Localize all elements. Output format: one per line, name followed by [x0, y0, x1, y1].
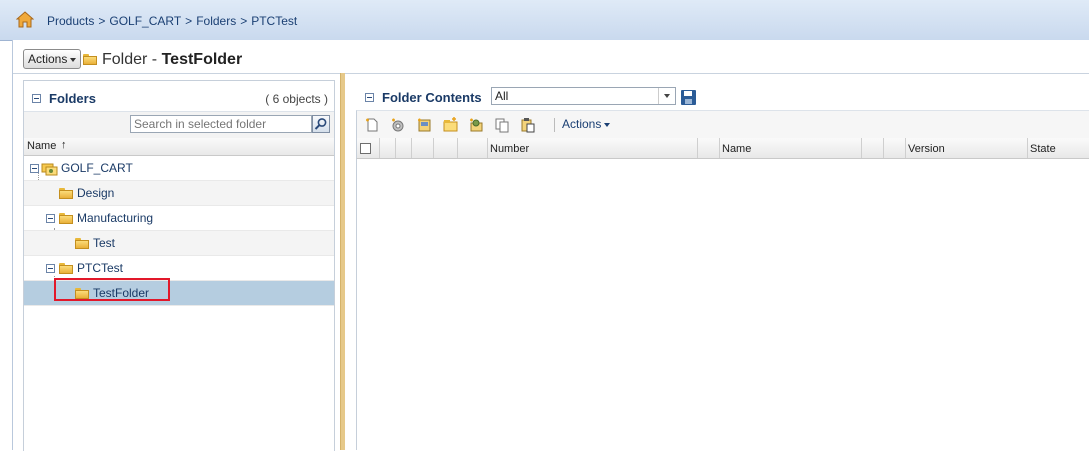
toolbar-actions-label: Actions: [562, 117, 602, 131]
new-cad-document-icon[interactable]: [416, 117, 432, 133]
folders-object-count: ( 6 objects ): [265, 92, 328, 106]
actions-menu-button[interactable]: Actions: [23, 49, 82, 69]
icon-column[interactable]: [395, 138, 412, 158]
copy-icon[interactable]: [494, 117, 510, 133]
icon-column[interactable]: [883, 138, 906, 158]
actions-label: Actions: [28, 52, 68, 66]
collapse-icon[interactable]: [32, 94, 41, 103]
tree-item-label: Manufacturing: [77, 211, 154, 225]
breadcrumb: Products > GOLF_CART > Folders > PTCTest: [47, 14, 297, 28]
icon-column[interactable]: [697, 138, 720, 158]
save-view-icon[interactable]: [681, 90, 696, 105]
tree-item-golf-cart[interactable]: GOLF_CART: [24, 156, 334, 181]
collapse-icon[interactable]: [30, 164, 39, 173]
new-folder-icon[interactable]: [442, 117, 458, 133]
state-column-header[interactable]: State: [1027, 138, 1089, 158]
contents-table-body: [356, 159, 1089, 450]
caret-down-icon: [70, 57, 77, 62]
breadcrumb-bar: Products > GOLF_CART > Folders > PTCTest: [0, 0, 1089, 41]
name-column-header[interactable]: Name: [719, 138, 862, 158]
new-part-icon[interactable]: [390, 117, 406, 133]
icon-column[interactable]: [433, 138, 458, 158]
product-folder-icon: [41, 163, 58, 176]
search-button[interactable]: [312, 115, 330, 133]
folder-contents-panel: Folder Contents All Actions Number Name …: [356, 80, 1089, 450]
view-select-value: All: [495, 89, 509, 103]
number-column-header[interactable]: Number: [487, 138, 698, 158]
folder-icon: [59, 263, 73, 274]
collapse-icon[interactable]: [46, 214, 55, 223]
name-column-label: Name: [722, 143, 752, 155]
new-document-icon[interactable]: [364, 117, 380, 133]
version-column-header[interactable]: Version: [905, 138, 1028, 158]
folder-icon: [59, 188, 73, 199]
folder-contents-title: Folder Contents: [382, 90, 482, 105]
collapse-icon[interactable]: [46, 264, 55, 273]
tree-item-label: PTCTest: [77, 261, 124, 275]
collapse-icon[interactable]: [365, 93, 374, 102]
caret-down-icon: [604, 122, 611, 127]
tree-item-manufacturing[interactable]: Manufacturing: [24, 206, 334, 231]
folders-panel-title: Folders: [49, 91, 96, 106]
page-title: Folder - TestFolder: [102, 51, 242, 69]
tree-item-design[interactable]: Design: [24, 181, 334, 206]
folders-panel-header: Folders ( 6 objects ): [24, 81, 334, 111]
tree-item-label: Design: [77, 186, 115, 200]
search-icon: [314, 118, 327, 130]
tree-item-label: GOLF_CART: [61, 161, 133, 175]
sort-ascending-icon: ↑: [61, 139, 67, 151]
breadcrumb-separator: >: [185, 14, 193, 28]
icon-column[interactable]: [379, 138, 396, 158]
main-frame: Actions Folder - TestFolder Folders ( 6 …: [12, 40, 1089, 451]
home-icon[interactable]: [16, 11, 34, 28]
breadcrumb-ptctest[interactable]: PTCTest: [251, 14, 297, 28]
toolbar-actions-menu[interactable]: Actions: [562, 117, 611, 131]
toolbar-separator: [554, 118, 555, 132]
breadcrumb-products[interactable]: Products: [47, 14, 94, 28]
breadcrumb-folders[interactable]: Folders: [196, 14, 236, 28]
tree-item-label: Test: [93, 236, 116, 250]
page-title-name: TestFolder: [161, 51, 243, 68]
page-header: Actions Folder - TestFolder: [13, 40, 1089, 74]
breadcrumb-separator: >: [98, 14, 106, 28]
folder-icon: [59, 213, 73, 224]
folders-panel: Folders ( 6 objects ) Name ↑: [23, 80, 335, 451]
breadcrumb-separator: >: [240, 14, 248, 28]
folder-search-input[interactable]: [130, 115, 312, 133]
selection-highlight-box: [54, 278, 170, 301]
state-column-label: State: [1030, 143, 1056, 155]
folder-icon: [83, 54, 97, 65]
name-column-header[interactable]: Name ↑: [24, 138, 334, 156]
select-all-checkbox[interactable]: [360, 143, 371, 154]
page-title-prefix: Folder -: [102, 51, 162, 68]
chevron-down-icon: [658, 88, 675, 104]
paste-icon[interactable]: [520, 117, 536, 133]
name-column-label: Name: [27, 140, 57, 152]
icon-column[interactable]: [457, 138, 488, 158]
contents-table-header: Number Name Version State: [356, 138, 1089, 159]
icon-column[interactable]: [861, 138, 884, 158]
contents-toolbar: Actions: [356, 110, 1089, 138]
tree-item-test[interactable]: Test: [24, 231, 334, 256]
breadcrumb-golf-cart[interactable]: GOLF_CART: [109, 14, 181, 28]
icon-column[interactable]: [411, 138, 434, 158]
version-column-label: Version: [908, 143, 945, 155]
view-select[interactable]: All: [491, 87, 676, 105]
select-all-column: [357, 138, 380, 158]
folder-contents-header: Folder Contents All: [356, 80, 1089, 110]
folder-icon: [75, 238, 89, 249]
number-column-label: Number: [490, 143, 530, 155]
panel-splitter[interactable]: [340, 73, 345, 450]
new-workspace-icon[interactable]: [468, 117, 484, 133]
folder-search-row: [24, 111, 334, 139]
